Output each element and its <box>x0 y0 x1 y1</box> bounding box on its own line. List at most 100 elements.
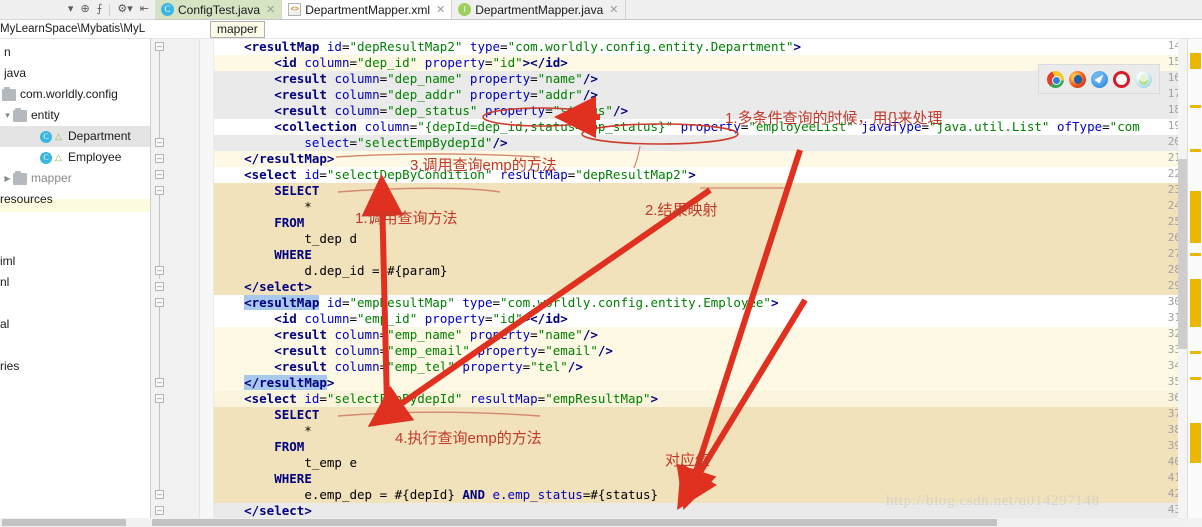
chevron-down-icon[interactable]: ▼ <box>2 105 13 126</box>
tree-item-entity[interactable]: ▼ entity <box>0 105 150 126</box>
close-icon[interactable]: ✕ <box>266 3 275 16</box>
code-line: SELECT <box>274 407 320 422</box>
code-line: WHERE <box>274 247 312 262</box>
java-class-icon: C <box>40 151 52 164</box>
code-content[interactable]: <resultMap id="depResultMap2" type="com.… <box>214 39 1187 518</box>
fold-handle[interactable]: – <box>155 138 164 147</box>
tree-item-label: Department <box>68 129 131 143</box>
tree-item-ries[interactable]: ries <box>0 356 150 377</box>
code-line: <result column="emp_tel" property="tel"/… <box>274 359 583 374</box>
tab-bar-filler <box>625 0 1202 19</box>
java-interface-icon: I <box>458 3 472 16</box>
tree-item-nl[interactable]: nl <box>0 272 150 293</box>
scrollbar-thumb[interactable] <box>1178 159 1187 349</box>
fold-handle[interactable]: – <box>155 506 164 515</box>
toolbar-divider <box>109 3 111 16</box>
fold-handle[interactable]: – <box>155 186 164 195</box>
tree-item-java[interactable]: java <box>0 63 150 84</box>
code-line: <select id="selectEmpBydepId" resultMap=… <box>244 391 659 406</box>
editor-horizontal-scrollbar[interactable] <box>152 518 1187 527</box>
fold-handle[interactable]: – <box>155 42 164 51</box>
scrollbar-thumb[interactable] <box>2 519 126 526</box>
tree-item-label: Employee <box>68 150 122 164</box>
folder-icon <box>13 170 27 185</box>
tree-item-n[interactable]: n <box>0 42 150 63</box>
run-in-browser-bar[interactable] <box>1038 64 1160 94</box>
fold-handle[interactable]: – <box>155 170 164 179</box>
code-line: <result column="dep_addr" property="addr… <box>274 87 598 102</box>
hide-panel-icon[interactable]: ⇤ <box>140 4 149 15</box>
tree-item-label: iml <box>0 254 16 268</box>
tree-item-department[interactable]: C △ Department <box>0 126 150 147</box>
breadcrumb[interactable]: mapper <box>210 21 265 38</box>
code-line: <resultMap id="depResultMap2" type="com.… <box>244 39 802 54</box>
tab-configtest-java[interactable]: C ConfigTest.java ✕ <box>155 0 283 19</box>
tab-departmentmapper-java[interactable]: I DepartmentMapper.java ✕ <box>452 0 626 19</box>
code-editor[interactable]: – – – – – – – – – – – – 14 15 16 17 18 1… <box>152 39 1187 518</box>
code-line: <select id="selectDepByCondition" result… <box>244 167 696 182</box>
tab-label: ConfigTest.java <box>178 2 261 17</box>
code-line: </select> <box>244 279 312 294</box>
code-line: <id column="dep_id" property="id"></id> <box>274 55 568 70</box>
tree-item-com-worldly-config[interactable]: com.worldly.config <box>0 84 150 105</box>
warning-marker[interactable] <box>1190 53 1201 69</box>
fold-handle[interactable]: – <box>155 394 164 403</box>
opera-icon[interactable] <box>1112 70 1130 88</box>
code-line: </select> <box>244 503 312 518</box>
fold-handle[interactable]: – <box>155 154 164 163</box>
code-line: <result column="emp_name" property="name… <box>274 327 598 342</box>
tree-item-al[interactable]: al <box>0 314 150 335</box>
tree-item-employee[interactable]: C △ Employee <box>0 147 150 168</box>
editor-marker-bar[interactable] <box>1187 39 1202 518</box>
target-icon[interactable]: ⊕ <box>80 4 89 15</box>
tree-item-label: entity <box>31 108 60 122</box>
code-line: select="selectEmpBydepId"/> <box>304 135 508 150</box>
firefox-icon[interactable] <box>1068 70 1086 88</box>
fold-handle[interactable]: – <box>155 378 164 387</box>
mapped-statement-icon: △ <box>55 131 62 141</box>
tab-departmentmapper-xml[interactable]: <> DepartmentMapper.xml ✕ <box>282 0 453 19</box>
close-icon[interactable]: ✕ <box>609 3 618 16</box>
collapse-all-icon[interactable]: ⨍ <box>97 4 103 15</box>
warning-marker[interactable] <box>1190 377 1201 380</box>
project-path-bar: MyLearnSpace\Mybatis\MyL <box>0 20 155 39</box>
code-folding-strip[interactable] <box>200 39 214 518</box>
project-horizontal-scrollbar[interactable] <box>0 518 151 527</box>
fold-handle[interactable]: – <box>155 282 164 291</box>
tab-label: DepartmentMapper.xml <box>305 2 430 17</box>
code-line: <result column="dep_status" property="st… <box>274 103 628 118</box>
warning-marker[interactable] <box>1190 105 1201 108</box>
code-line: WHERE <box>274 471 312 486</box>
warning-marker[interactable] <box>1190 253 1201 256</box>
warning-marker[interactable] <box>1190 149 1201 152</box>
code-line: <result column="dep_name" property="name… <box>274 71 598 86</box>
editor-vertical-scrollbar[interactable] <box>1178 39 1187 518</box>
ie-icon[interactable] <box>1134 70 1152 88</box>
warning-marker[interactable] <box>1190 191 1201 243</box>
scrollbar-thumb[interactable] <box>152 519 997 526</box>
mapped-statement-icon: △ <box>55 152 62 162</box>
close-icon[interactable]: ✕ <box>436 3 445 16</box>
code-line: * <box>214 423 312 438</box>
tree-item-mapper[interactable]: ▶ mapper <box>0 168 150 189</box>
folder-icon <box>13 107 27 122</box>
chrome-icon[interactable] <box>1046 70 1064 88</box>
tree-item-iml[interactable]: iml <box>0 251 150 272</box>
fold-handle[interactable]: – <box>155 266 164 275</box>
settings-gear-icon[interactable]: ⚙▾ <box>117 4 132 15</box>
edge-icon[interactable] <box>1090 70 1108 88</box>
warning-marker[interactable] <box>1190 351 1201 354</box>
warning-marker[interactable] <box>1190 279 1201 327</box>
tree-item-label: nl <box>0 275 10 289</box>
project-tree[interactable]: n java com.worldly.config ▼ entity C △ D… <box>0 39 151 518</box>
chevron-down-icon[interactable]: ▾ <box>68 4 74 15</box>
warning-marker[interactable] <box>1190 423 1201 463</box>
fold-handle[interactable]: – <box>155 298 164 307</box>
tree-item-label: java <box>4 66 27 80</box>
code-line: SELECT <box>274 183 320 198</box>
chevron-right-icon[interactable]: ▶ <box>2 168 13 189</box>
fold-handle[interactable]: – <box>155 490 164 499</box>
tree-item-resources[interactable]: resources <box>0 189 150 210</box>
tree-item-label: resources <box>0 192 53 206</box>
fold-guide-line <box>159 51 160 139</box>
